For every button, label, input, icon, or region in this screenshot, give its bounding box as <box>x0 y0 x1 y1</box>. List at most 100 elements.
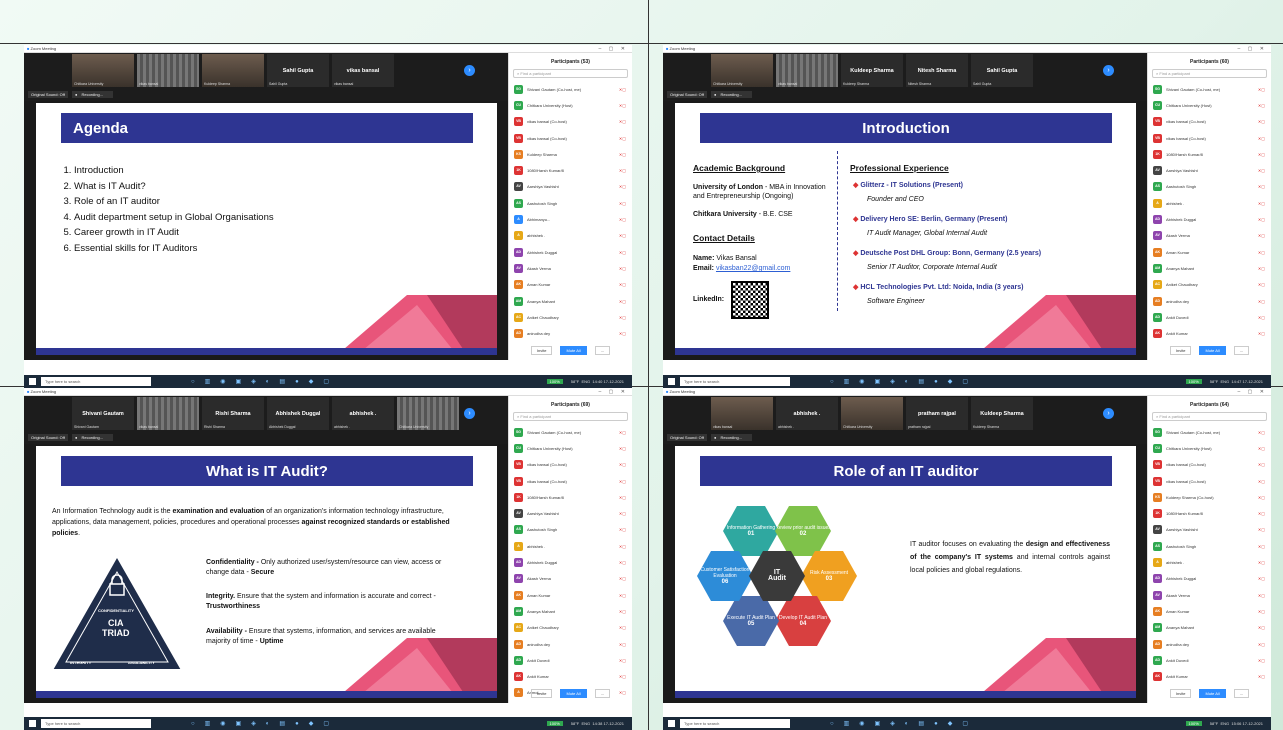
participant-row[interactable]: CU Chitkara University (Host) ✕▢ <box>1148 440 1271 456</box>
participant-row[interactable]: Aabhishek . ✕▢ <box>509 228 632 244</box>
participant-row[interactable]: 1K 1080/Harsh Kumar/8 ✕▢ <box>1148 146 1271 162</box>
participant-row[interactable]: VB vikas bansal (Co-host) ✕▢ <box>509 457 632 473</box>
participant-row[interactable]: AV Akash Verma ✕▢ <box>1148 587 1271 603</box>
participant-row[interactable]: AD anirudha dey ✕▢ <box>509 636 632 652</box>
mute-all-button[interactable]: Mute All <box>560 689 587 698</box>
participant-row[interactable]: AC Aniket Chaudhary ✕▢ <box>1148 277 1271 293</box>
participant-row[interactable]: VB vikas bansal (Co-host) ✕▢ <box>1148 473 1271 489</box>
video-tile[interactable]: vikas bansal <box>776 54 838 87</box>
participant-row[interactable]: KS Kuldeep Sharma (Co-host) ✕▢ <box>1148 489 1271 505</box>
taskbar-search-input[interactable]: Type here to search <box>680 719 790 728</box>
gallery-next-button[interactable]: › <box>464 65 475 76</box>
video-tile[interactable]: vikas bansal <box>137 397 199 430</box>
participant-row[interactable]: AD Ankit Duvedi ✕▢ <box>509 652 632 668</box>
participant-row[interactable]: AV Akash Verma ✕▢ <box>509 571 632 587</box>
window-controls[interactable]: – ▢ ✕ <box>599 388 628 396</box>
more-button[interactable]: ... <box>594 346 611 355</box>
taskbar-search-input[interactable]: Type here to search <box>41 377 151 386</box>
participant-row[interactable]: AK Ankit Kumar ✕▢ <box>1148 325 1271 341</box>
find-participant-input[interactable]: ⌕ Find a participant <box>513 69 628 78</box>
window-controls[interactable]: – ▢ ✕ <box>1238 45 1267 53</box>
participant-row[interactable]: AM Ananya Mahant ✕▢ <box>509 293 632 309</box>
participant-row[interactable]: CU Chitkara University (Host) ✕▢ <box>509 97 632 113</box>
participant-row[interactable]: VB vikas bansal (Co-host) ✕▢ <box>509 473 632 489</box>
participant-row[interactable]: Aabhishek . ✕▢ <box>1148 554 1271 570</box>
windows-start-icon[interactable] <box>668 720 675 727</box>
participant-row[interactable]: AS Aashutosh Singh ✕▢ <box>1148 179 1271 195</box>
participant-row[interactable]: SG Shivani Gautam (Co-host, me) ✕▢ <box>1148 424 1271 440</box>
taskbar-app-icons[interactable]: ○▥◉▣◈◐▤●◆▢ <box>191 720 339 727</box>
taskbar-search-input[interactable]: Type here to search <box>41 719 151 728</box>
participant-row[interactable]: AV Akash Verma ✕▢ <box>509 260 632 276</box>
participant-row[interactable]: AV Aarshiya Vashisht ✕▢ <box>1148 522 1271 538</box>
taskbar-app-icons[interactable]: ○▥◉▣◈◐▤●◆▢ <box>830 720 978 727</box>
original-sound-toggle[interactable]: Original Sound: Off <box>667 91 707 98</box>
participant-row[interactable]: AK Ankit Kumar ✕▢ <box>509 668 632 684</box>
windows-start-icon[interactable] <box>668 378 675 385</box>
participant-row[interactable]: AD Ankit Duvedi ✕▢ <box>1148 652 1271 668</box>
participant-row[interactable]: Aabhishek . ✕▢ <box>1148 195 1271 211</box>
participant-row[interactable]: Aabhishek . ✕▢ <box>509 538 632 554</box>
video-tile[interactable]: Chitkara University <box>841 397 903 430</box>
participant-row[interactable]: VB vikas bansal (Co-host) ✕▢ <box>509 114 632 130</box>
invite-button[interactable]: Invite <box>1169 689 1192 698</box>
participant-row[interactable]: AV Aarshiya Vashisht ✕▢ <box>509 505 632 521</box>
participant-row[interactable]: AD Abhishek Duggal ✕▢ <box>509 244 632 260</box>
participant-row[interactable]: A Abhimanyu... ✕▢ <box>509 211 632 227</box>
find-participant-input[interactable]: ⌕ Find a participant <box>513 412 628 421</box>
participant-row[interactable]: AS Aashutosh Singh ✕▢ <box>509 195 632 211</box>
participant-row[interactable]: AD anirudha dey ✕▢ <box>1148 636 1271 652</box>
invite-button[interactable]: Invite <box>530 346 553 355</box>
participant-row[interactable]: AM Ananya Mahant ✕▢ <box>509 603 632 619</box>
invite-button[interactable]: Invite <box>1169 346 1192 355</box>
video-tile[interactable]: vikas bansal <box>137 54 199 87</box>
gallery-next-button[interactable]: › <box>464 408 475 419</box>
participant-row[interactable]: VB vikas bansal (Co-host) ✕▢ <box>1148 114 1271 130</box>
participant-row[interactable]: AD Abhishek Duggal ✕▢ <box>1148 211 1271 227</box>
taskbar-search-input[interactable]: Type here to search <box>680 377 790 386</box>
participant-row[interactable]: AS Aashutosh Singh ✕▢ <box>509 522 632 538</box>
video-tile[interactable]: Chitkara University <box>72 54 134 87</box>
video-tile[interactable]: Sahil Gupta Sahil Gupta <box>971 54 1033 87</box>
gallery-next-button[interactable]: › <box>1103 65 1114 76</box>
window-controls[interactable]: – ▢ ✕ <box>599 45 628 53</box>
windows-start-icon[interactable] <box>29 378 36 385</box>
participant-row[interactable]: SG Shivani Gautam (Co-host, me) ✕▢ <box>509 424 632 440</box>
participant-row[interactable]: AD Abhishek Duggal ✕▢ <box>1148 571 1271 587</box>
participant-row[interactable]: SG Shivani Gautam (Co-host, me) ✕▢ <box>509 81 632 97</box>
participant-row[interactable]: AK Aman Kumar ✕▢ <box>1148 244 1271 260</box>
video-tile[interactable]: pratham rajpal pratham rajpal <box>906 397 968 430</box>
video-tile[interactable]: Kuldeep Sharma Kuldeep Sharma <box>841 54 903 87</box>
participant-row[interactable]: AM Ananya Mahant ✕▢ <box>1148 620 1271 636</box>
video-tile[interactable]: Chitkara University <box>711 54 773 87</box>
participant-row[interactable]: 1K 1080/Harsh Kumar/8 ✕▢ <box>509 489 632 505</box>
participant-row[interactable]: CU Chitkara University (Host) ✕▢ <box>1148 97 1271 113</box>
participant-row[interactable]: VB vikas bansal (Co-host) ✕▢ <box>1148 457 1271 473</box>
video-tile[interactable]: vikas bansal <box>711 397 773 430</box>
participant-row[interactable]: AK Aman Kumar ✕▢ <box>1148 603 1271 619</box>
gallery-next-button[interactable]: › <box>1103 408 1114 419</box>
video-tile[interactable]: Abhishek Duggal Abhishek Duggal <box>267 397 329 430</box>
participant-row[interactable]: AD Ankit Duvedi ✕▢ <box>1148 309 1271 325</box>
video-tile[interactable]: abhishek . abhishek . <box>332 397 394 430</box>
mute-all-button[interactable]: Mute All <box>560 346 587 355</box>
video-tile[interactable]: Sahil Gupta Sahil Gupta <box>267 54 329 87</box>
participant-row[interactable]: SG Shivani Gautam (Co-host, me) ✕▢ <box>1148 81 1271 97</box>
participant-row[interactable]: AV Aarshiya Vashisht ✕▢ <box>509 179 632 195</box>
more-button[interactable]: ... <box>1233 346 1250 355</box>
participant-row[interactable]: AC Aniket Chaudhary ✕▢ <box>509 309 632 325</box>
original-sound-toggle[interactable]: Original Sound: Off <box>28 434 68 441</box>
find-participant-input[interactable]: ⌕ Find a participant <box>1152 69 1267 78</box>
original-sound-toggle[interactable]: Original Sound: Off <box>28 91 68 98</box>
taskbar-app-icons[interactable]: ○▥◉▣◈◐▤●◆▢ <box>830 378 978 385</box>
participant-row[interactable]: AS Aashutosh Singh ✕▢ <box>1148 538 1271 554</box>
video-tile[interactable]: Kuldeep Sharma Kuldeep Sharma <box>971 397 1033 430</box>
video-tile[interactable]: Chitkara University <box>397 397 459 430</box>
participant-row[interactable]: KS Kuldeep Sharma ✕▢ <box>509 146 632 162</box>
participant-row[interactable]: AC Aniket Chaudhary ✕▢ <box>509 620 632 636</box>
participant-row[interactable]: AK Aman Kumar ✕▢ <box>509 277 632 293</box>
participant-row[interactable]: VB vikas bansal (Co-host) ✕▢ <box>509 130 632 146</box>
participant-row[interactable]: 1K 1080/Harsh Kumar/8 ✕▢ <box>1148 505 1271 521</box>
mute-all-button[interactable]: Mute All <box>1199 689 1226 698</box>
participant-row[interactable]: AK Ankit Kumar ✕▢ <box>1148 668 1271 684</box>
